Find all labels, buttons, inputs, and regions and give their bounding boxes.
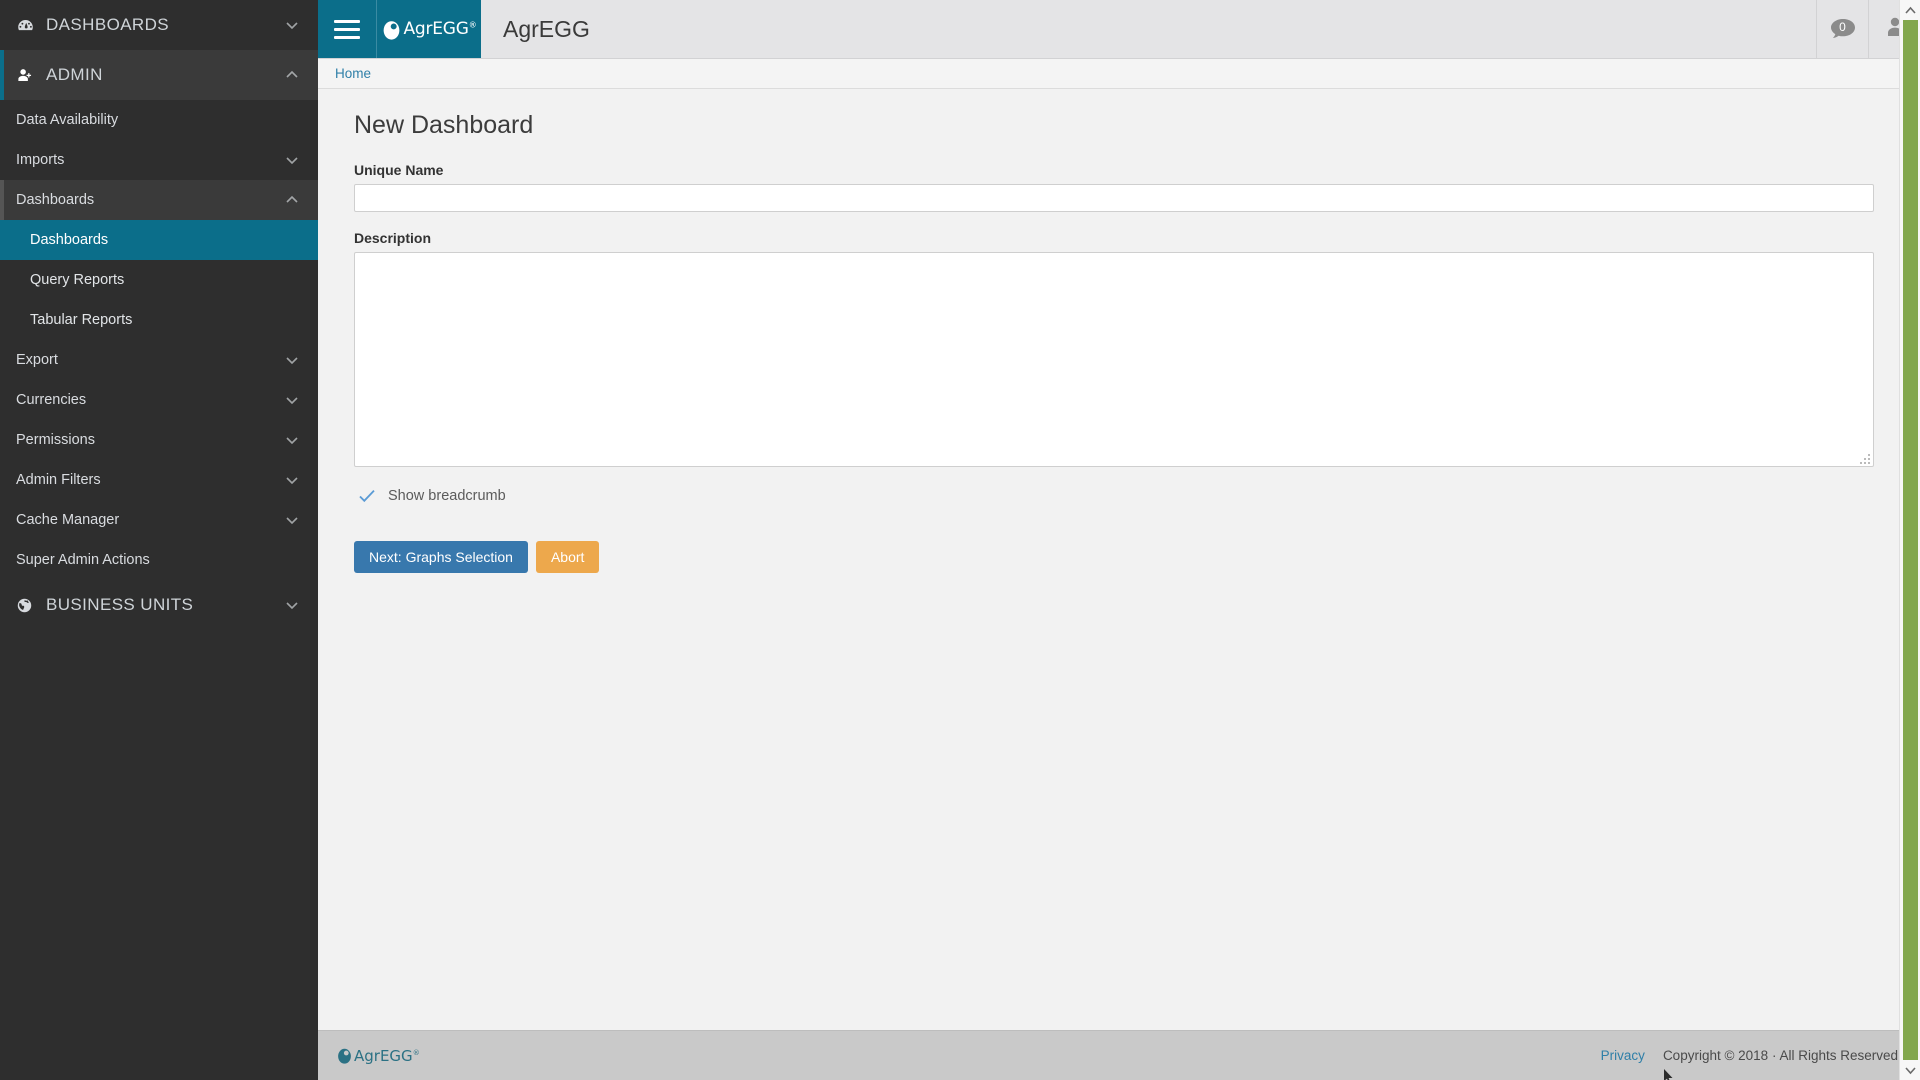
sidebar-item-super-admin-actions[interactable]: Super Admin Actions — [0, 540, 318, 580]
brand-name: AgrEGG® — [403, 19, 477, 39]
hamburger-icon — [334, 15, 360, 44]
chevron-up-icon[interactable] — [284, 192, 300, 208]
sidebar-item-label: Imports — [16, 152, 65, 168]
sidebar-item-dashboards[interactable]: Dashboards — [0, 180, 318, 220]
sidebar-item-currencies[interactable]: Currencies — [0, 380, 318, 420]
sidebar-section-label: DASHBOARDS — [46, 15, 170, 34]
chat-bubble-icon: 0 — [1829, 17, 1857, 41]
sidebar-item-admin-filters[interactable]: Admin Filters — [0, 460, 318, 500]
sidebar-item-label: Cache Manager — [16, 512, 120, 528]
check-icon — [358, 487, 376, 505]
sidebar-item-label: Export — [16, 352, 58, 368]
sidebar-section-dashboards[interactable]: DASHBOARDS — [0, 0, 318, 50]
abort-button[interactable]: Abort — [535, 541, 600, 573]
sidebar-item-label: Data Availability — [16, 112, 119, 128]
chevron-down-icon — [1904, 1066, 1916, 1074]
breadcrumb-item-home[interactable]: Home — [335, 66, 371, 81]
footer-brand-name: AgrEGG® — [354, 1046, 420, 1065]
chevron-down-icon[interactable] — [284, 352, 300, 368]
brand-logo-button[interactable]: AgrEGG® — [376, 0, 481, 58]
application-window: DASHBOARDS ADMIN Data Availability Impor… — [0, 0, 1920, 1080]
page-title: New Dashboard — [354, 111, 534, 139]
sidebar-subitem-query-reports[interactable]: Query Reports — [0, 260, 318, 300]
sidebar-item-cache-manager[interactable]: Cache Manager — [0, 500, 318, 540]
sidebar-section-business-units[interactable]: BUSINESS UNITS — [0, 580, 318, 630]
copyright-text: Copyright © 2018 · All Rights Reserved — [1662, 1048, 1898, 1063]
page-scrollbar[interactable] — [1899, 0, 1920, 1080]
footer: AgrEGG® Privacy Copyright © 2018 · All R… — [318, 1030, 1920, 1080]
show-breadcrumb-label: Show breadcrumb — [388, 488, 506, 504]
sidebar-item-label: Super Admin Actions — [16, 552, 150, 568]
user-plus-icon — [16, 66, 42, 85]
scrollbar-up-button[interactable] — [1900, 0, 1920, 20]
main-pane: AgrEGG® AgrEGG 0 Home New Dashboard Uniq… — [318, 0, 1920, 1080]
sidebar-subitem-label: Query Reports — [30, 272, 125, 288]
chevron-down-icon[interactable] — [284, 392, 300, 408]
scrollbar-thumb[interactable] — [1903, 20, 1918, 1060]
mouse-cursor — [1663, 1068, 1674, 1080]
breadcrumb: Home — [318, 59, 1920, 89]
sidebar-item-label: Dashboards — [16, 192, 95, 208]
globe-icon — [16, 597, 42, 614]
top-header-bar: AgrEGG® AgrEGG 0 — [318, 0, 1920, 59]
sidebar-section-label: BUSINESS UNITS — [46, 595, 194, 614]
sidebar-item-imports[interactable]: Imports — [0, 140, 318, 180]
sidebar-subitem-dashboards[interactable]: Dashboards — [0, 220, 318, 260]
description-label: Description — [354, 230, 432, 246]
footer-brand: AgrEGG® — [336, 1047, 420, 1065]
privacy-link[interactable]: Privacy — [1601, 1048, 1645, 1063]
chevron-down-icon[interactable] — [284, 152, 300, 168]
sidebar-subitem-label: Dashboards — [30, 232, 109, 248]
chevron-down-icon[interactable] — [284, 512, 300, 528]
chevron-down-icon[interactable] — [284, 472, 300, 488]
chevron-down-icon[interactable] — [284, 597, 300, 613]
sidebar: DASHBOARDS ADMIN Data Availability Impor… — [0, 0, 318, 1080]
chevron-up-icon — [1904, 6, 1916, 14]
sidebar-item-export[interactable]: Export — [0, 340, 318, 380]
sidebar-item-permissions[interactable]: Permissions — [0, 420, 318, 460]
sidebar-item-label: Currencies — [16, 392, 87, 408]
sidebar-item-label: Admin Filters — [16, 472, 101, 488]
next-graphs-selection-button[interactable]: Next: Graphs Selection — [354, 541, 528, 573]
chevron-down-icon[interactable] — [284, 432, 300, 448]
show-breadcrumb-checkbox[interactable]: Show breadcrumb — [354, 467, 1902, 505]
page-app-title: AgrEGG — [503, 15, 590, 42]
chevron-down-icon[interactable] — [284, 17, 300, 33]
messages-count: 0 — [1839, 20, 1846, 34]
description-textarea[interactable] — [354, 252, 1874, 467]
sidebar-item-data-availability[interactable]: Data Availability — [0, 100, 318, 140]
content-area: New Dashboard Unique Name Description Sh… — [318, 89, 1920, 573]
sidebar-section-label: ADMIN — [46, 65, 103, 84]
chevron-up-icon[interactable] — [284, 67, 300, 83]
egg-logo-icon — [336, 1047, 353, 1064]
scrollbar-down-button[interactable] — [1900, 1060, 1920, 1080]
hamburger-menu-button[interactable] — [318, 0, 376, 58]
sidebar-subitem-tabular-reports[interactable]: Tabular Reports — [0, 300, 318, 340]
sidebar-section-admin[interactable]: ADMIN — [0, 50, 318, 100]
sidebar-subitem-label: Tabular Reports — [30, 312, 133, 328]
unique-name-label: Unique Name — [354, 162, 444, 178]
form-actions: Next: Graphs Selection Abort — [354, 505, 1902, 573]
egg-logo-icon — [381, 19, 402, 40]
gauge-icon — [16, 16, 42, 35]
sidebar-item-label: Permissions — [16, 432, 95, 448]
unique-name-input[interactable] — [354, 184, 1874, 212]
messages-button[interactable]: 0 — [1816, 0, 1868, 58]
